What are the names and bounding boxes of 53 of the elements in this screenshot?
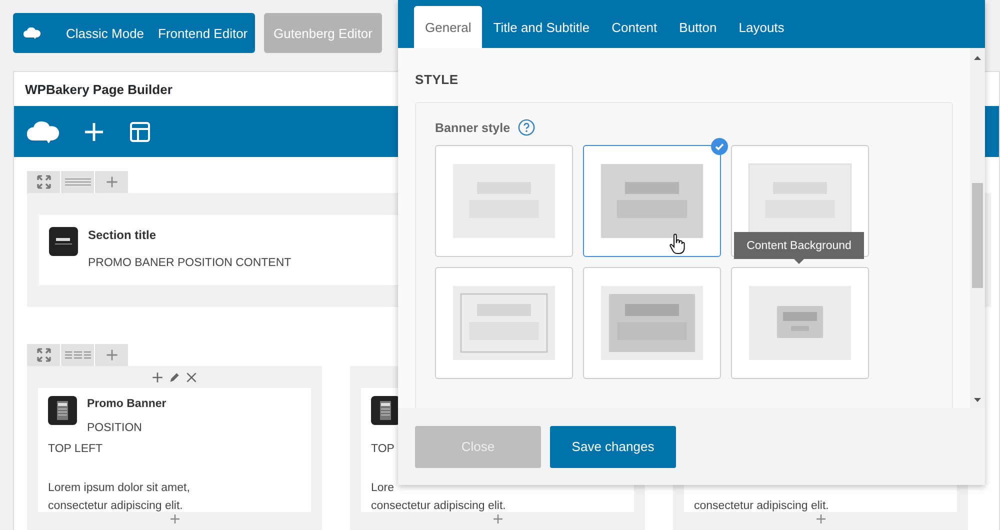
banner-element-icon: [371, 396, 400, 425]
save-button[interactable]: Save changes: [550, 426, 676, 468]
help-icon[interactable]: [518, 119, 536, 136]
template-layout-icon[interactable]: [128, 120, 152, 144]
move-button[interactable]: [27, 171, 60, 193]
layout-button[interactable]: [61, 344, 94, 366]
expand-icon: [36, 175, 50, 189]
banner-style-option[interactable]: [583, 267, 721, 379]
cloud-logo-icon[interactable]: [23, 26, 41, 40]
tooltip-arrow-icon: [794, 259, 804, 264]
hand-cursor-icon: [669, 233, 685, 255]
plus-icon[interactable]: [814, 513, 826, 525]
banner-style-option[interactable]: [583, 145, 721, 257]
element-text: consectetur adipiscing elit.: [694, 500, 829, 512]
editor-mode-button[interactable]: Frontend Editor: [151, 13, 255, 53]
plus-icon: [104, 348, 118, 362]
close-icon[interactable]: [185, 370, 198, 384]
plus-icon[interactable]: [492, 513, 504, 525]
banner-element-icon: [48, 396, 77, 425]
plus-icon: [104, 175, 118, 189]
position-value: TOP LEFT: [48, 443, 103, 455]
element-text: PROMO BANER POSITION CONTENT: [88, 257, 292, 269]
field-label: Banner style: [435, 120, 510, 134]
plus-icon[interactable]: [168, 513, 180, 525]
element-card[interactable]: Promo Banner POSITION TOP LEFT Lorem ipsum dolor sit amet, consectetur adipiscing elit.: [38, 388, 311, 512]
dialog-tab[interactable]: Content: [600, 6, 668, 48]
dialog-tab[interactable]: Button: [668, 6, 728, 48]
element-text: consectetur adipiscing elit.: [371, 500, 506, 512]
move-button[interactable]: [27, 344, 60, 366]
element-title: Promo Banner: [87, 398, 166, 410]
element-title: Section title: [88, 228, 158, 242]
add-button[interactable]: [95, 344, 128, 366]
section-title: STYLE: [415, 72, 460, 87]
tooltip: Content Background: [734, 232, 864, 264]
plus-icon[interactable]: [151, 370, 164, 384]
layout-button[interactable]: [61, 171, 94, 193]
dialog-tab[interactable]: General: [414, 6, 482, 48]
expand-icon: [36, 348, 50, 362]
dialog-tab[interactable]: Title and Subtitle: [482, 6, 601, 48]
position-label: POSITION: [87, 422, 142, 434]
check-icon: [711, 138, 728, 155]
position-value: TOP: [371, 443, 394, 455]
title-element-icon: [49, 227, 78, 256]
element-text: Lore: [371, 482, 394, 494]
panel-title: WPBakery Page Builder: [25, 82, 172, 96]
element-text: consectetur adipiscing elit.: [48, 500, 183, 512]
add-button[interactable]: [95, 171, 128, 193]
element-text: Lorem ipsum dolor sit amet,: [48, 482, 190, 494]
scrollbar[interactable]: [970, 48, 985, 408]
cloud-logo-icon[interactable]: [26, 118, 60, 144]
pencil-icon[interactable]: [168, 370, 181, 384]
editor-mode-button[interactable]: Classic Mode: [59, 13, 152, 53]
dialog-tab[interactable]: Layouts: [728, 6, 796, 48]
